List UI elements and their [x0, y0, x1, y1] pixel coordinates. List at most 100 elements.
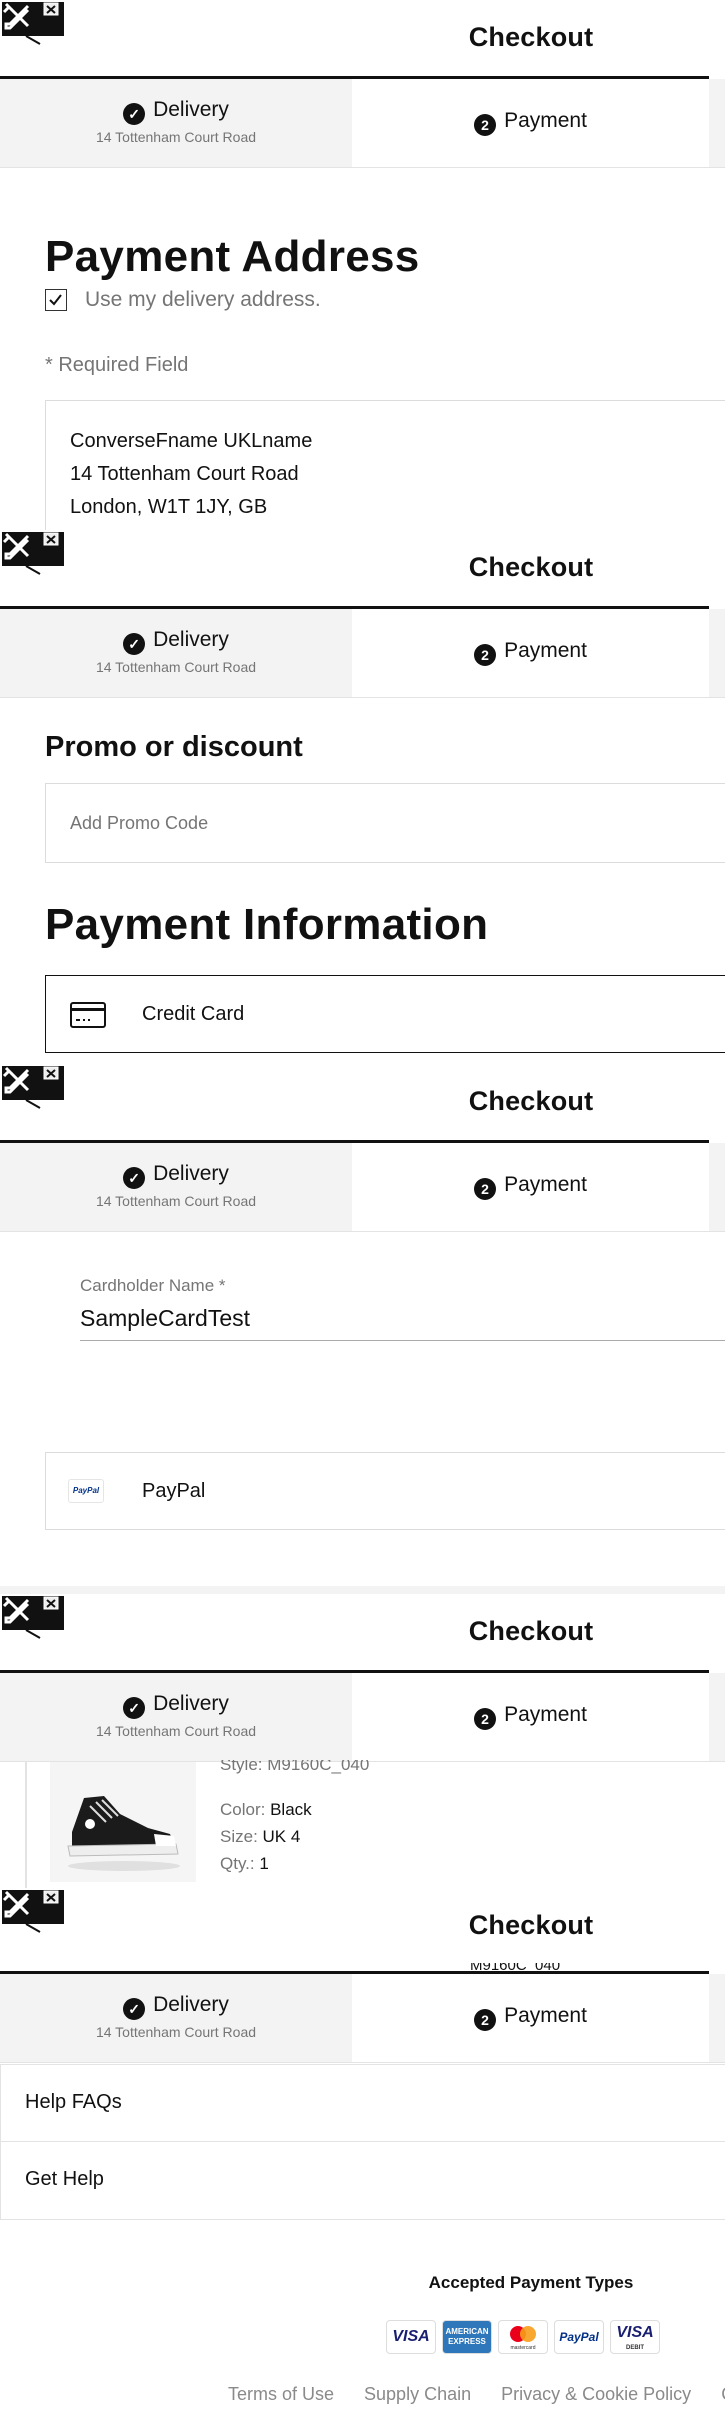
check-circle-icon: ✓ [123, 103, 146, 125]
product-size-value: UK 4 [262, 1827, 301, 1846]
paypal-logo-icon: PayPal [68, 1479, 104, 1503]
paypal-label: PayPal [142, 1480, 206, 1502]
use-delivery-label[interactable]: Use my delivery address. [85, 288, 321, 312]
payment-address-title: Payment Address [45, 232, 420, 281]
step-delivery-label: Delivery [153, 1692, 229, 1715]
product-color-label: Color: [220, 1800, 266, 1819]
step-delivery[interactable]: ✓ Delivery 14 Tottenham Court Road [0, 1974, 352, 2062]
screen-promo-payment: Checkout ✓ Delivery 14 Tottenham Court Ro… [0, 530, 725, 1064]
promo-title: Promo or discount [45, 731, 303, 763]
step-delivery[interactable]: ✓ Delivery 14 Tottenham Court Road [0, 609, 352, 697]
checkout-title: Checkout [468, 1086, 594, 1116]
checkout-title: Checkout [468, 1910, 594, 1940]
step-number-icon: 2 [474, 1178, 497, 1200]
required-note: * Required Field [45, 354, 189, 376]
step-delivery[interactable]: ✓ Delivery 14 Tottenham Court Road [0, 1143, 352, 1231]
step-delivery-label: Delivery [153, 628, 229, 651]
step-next[interactable] [709, 1143, 725, 1231]
address-line2: London, W1T 1JY, GB [70, 496, 268, 518]
visa-debit-card-icon: VISA DEBIT [610, 2320, 660, 2354]
accepted-payment-title: Accepted Payment Types [428, 2273, 634, 2292]
cardholder-input[interactable]: SampleCardTest [80, 1301, 725, 1341]
step-payment[interactable]: 2 Payment [352, 609, 709, 697]
address-name: ConverseFname UKLname [70, 430, 313, 452]
checkout-steps: ✓ Delivery 14 Tottenham Court Road 2 Payme… [0, 609, 725, 698]
credit-card-label: Credit Card [142, 1003, 245, 1025]
step-payment[interactable]: 2 Payment [352, 1974, 709, 2062]
address-line1: 14 Tottenham Court Road [70, 463, 299, 485]
use-delivery-checkbox[interactable] [45, 289, 67, 311]
product-qty-value: 1 [259, 1854, 269, 1873]
step-next[interactable] [709, 1974, 725, 2062]
screen-payment-address: Checkout ✓ Delivery 14 Tottenham Court Ro… [0, 0, 725, 530]
checkout-title: Checkout [468, 1616, 594, 1646]
step-delivery-address: 14 Tottenham Court Road [95, 659, 257, 675]
step-next[interactable] [709, 79, 725, 167]
screen-cardholder-paypal: Checkout ✓ Delivery 14 Tottenham Court Ro… [0, 1064, 725, 1594]
step-delivery-address: 14 Tottenham Court Road [95, 1723, 257, 1739]
product-qty-label: Qty.: [220, 1854, 255, 1873]
credit-card-option[interactable]: Credit Card [45, 975, 725, 1053]
paypal-card-icon: PayPal [554, 2320, 604, 2354]
step-payment-label: Payment [504, 2004, 587, 2027]
step-number-icon: 2 [474, 2009, 497, 2031]
paypal-option[interactable]: PayPal PayPal [45, 1452, 725, 1530]
step-next[interactable] [709, 1673, 725, 1761]
checkout-steps: ✓ Delivery 14 Tottenham Court Road 2 Payme… [0, 1974, 725, 2063]
step-delivery[interactable]: ✓ Delivery 14 Tottenham Court Road [0, 79, 352, 167]
footer-links: Terms of Use Supply Chain Privacy & Cookie… [228, 2384, 725, 2405]
product-image[interactable] [50, 1762, 196, 1882]
dev-tools-icon[interactable] [0, 1594, 66, 1640]
step-payment[interactable]: 2 Payment [352, 1143, 709, 1231]
promo-placeholder: Add Promo Code [70, 813, 209, 833]
promo-input[interactable]: Add Promo Code [45, 783, 725, 863]
visa-card-icon: VISA [386, 2320, 436, 2354]
step-delivery-address: 14 Tottenham Court Road [95, 2024, 257, 2040]
check-circle-icon: ✓ [123, 1697, 146, 1719]
step-payment[interactable]: 2 Payment [352, 1673, 709, 1761]
footer-link[interactable]: Supply Chain [364, 2384, 471, 2404]
product-border [25, 1762, 27, 1888]
checkout-title: Checkout [468, 552, 594, 582]
amex-card-icon: AMERICAN EXPRESS [442, 2320, 492, 2354]
product-style: Style: M9160C_040 [220, 1760, 370, 1774]
checkout-steps: ✓ Delivery 14 Tottenham Court Road 2 Payme… [0, 79, 725, 168]
credit-card-icon [70, 1002, 106, 1028]
step-number-icon: 2 [474, 644, 497, 666]
check-circle-icon: ✓ [123, 1167, 146, 1189]
check-circle-icon: ✓ [123, 1998, 146, 2020]
step-delivery[interactable]: ✓ Delivery 14 Tottenham Court Road [0, 1673, 352, 1761]
product-qty: Qty.: 1 [220, 1854, 269, 1874]
get-help-label: Get Help [25, 2168, 104, 2190]
footer-link[interactable]: Co [721, 2384, 725, 2404]
step-delivery-label: Delivery [153, 1993, 229, 2016]
get-help-link[interactable]: Get Help [0, 2141, 725, 2220]
footer-link[interactable]: Privacy & Cookie Policy [501, 2384, 691, 2404]
checkout-steps: ✓ Delivery 14 Tottenham Court Road 2 Payme… [0, 1143, 725, 1232]
dev-tools-icon[interactable] [0, 1888, 66, 1934]
product-color-value: Black [270, 1800, 312, 1819]
product-size: Size: UK 4 [220, 1827, 300, 1847]
step-payment-label: Payment [504, 639, 587, 662]
cardholder-label: Cardholder Name * [80, 1276, 226, 1296]
checkout-title: Checkout [468, 22, 594, 52]
address-card: ConverseFname UKLname 14 Tottenham Court… [45, 400, 725, 530]
section-divider [0, 1586, 725, 1594]
screen-product-summary: Checkout ✓ Delivery 14 Tottenham Court Ro… [0, 1594, 725, 1888]
dev-tools-icon[interactable] [0, 530, 66, 576]
step-delivery-label: Delivery [153, 1162, 229, 1185]
step-next[interactable] [709, 609, 725, 697]
step-payment-label: Payment [504, 1703, 587, 1726]
step-payment-label: Payment [504, 109, 587, 132]
step-number-icon: 2 [474, 1708, 497, 1730]
dev-tools-icon[interactable] [0, 1064, 66, 1110]
checkout-steps: ✓ Delivery 14 Tottenham Court Road 2 Payme… [0, 1673, 725, 1762]
step-payment[interactable]: 2 Payment [352, 79, 709, 167]
payment-information-title: Payment Information [45, 900, 489, 949]
help-faqs-label: Help FAQs [25, 2091, 122, 2113]
step-delivery-address: 14 Tottenham Court Road [95, 1193, 257, 1209]
dev-tools-icon[interactable] [0, 0, 66, 46]
footer-link[interactable]: Terms of Use [228, 2384, 334, 2404]
step-number-icon: 2 [474, 114, 497, 136]
help-faqs-link[interactable]: Help FAQs [0, 2064, 725, 2142]
